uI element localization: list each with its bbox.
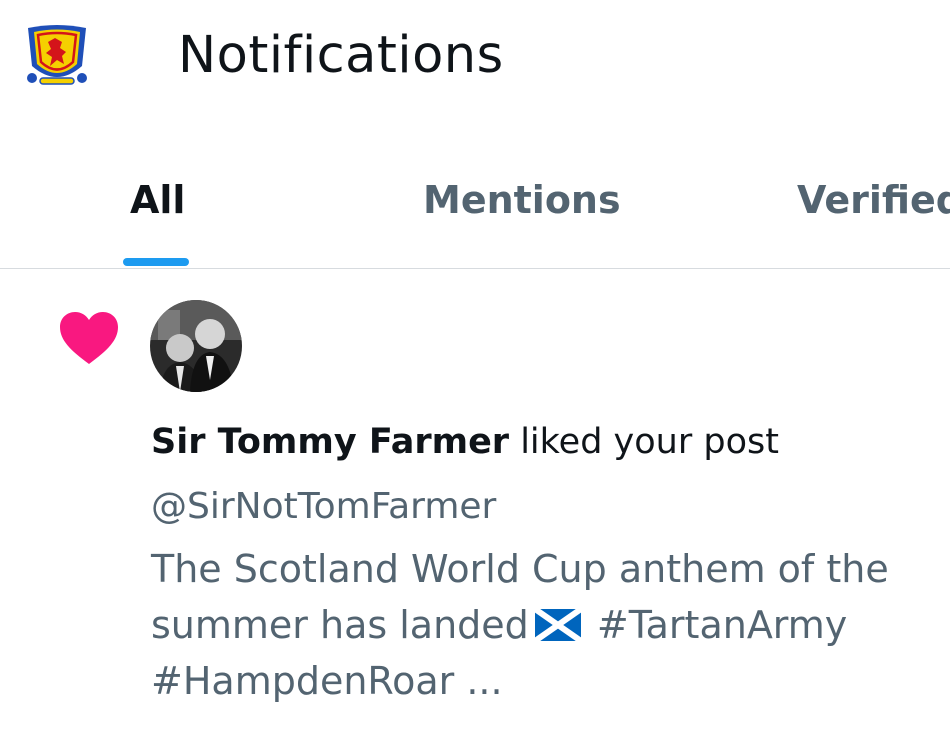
notification-tabs: All Mentions Verified — [0, 150, 950, 268]
notification-summary: Sir Tommy Farmer liked your post — [151, 422, 779, 462]
post-line-1: The Scotland World Cup anthem of the — [151, 547, 889, 591]
active-tab-indicator — [123, 258, 189, 266]
post-preview[interactable]: The Scotland World Cup anthem of the sum… — [151, 541, 941, 709]
scotland-crest-icon[interactable] — [22, 22, 92, 90]
avatar[interactable] — [150, 300, 242, 392]
tab-verified[interactable]: Verified — [797, 178, 950, 222]
post-line-2: summer has landed #TartanArmy — [151, 597, 941, 653]
scotland-flag-icon — [533, 600, 583, 644]
divider — [0, 268, 950, 269]
action-text: liked your post — [509, 422, 779, 462]
post-line-3[interactable]: #HampdenRoar ... — [151, 653, 941, 709]
tab-mentions[interactable]: Mentions — [423, 178, 621, 222]
hashtag-tartanarmy[interactable]: #TartanArmy — [585, 603, 847, 647]
actor-name[interactable]: Sir Tommy Farmer — [151, 422, 509, 462]
author-handle[interactable]: @SirNotTomFarmer — [151, 486, 496, 527]
tab-all[interactable]: All — [130, 178, 185, 222]
heart-icon — [58, 310, 120, 366]
post-line-2-text: summer has landed — [151, 603, 529, 647]
header: Notifications — [0, 0, 950, 120]
page-title: Notifications — [178, 26, 504, 85]
notification-item[interactable]: Sir Tommy Farmer liked your post @SirNot… — [0, 270, 950, 729]
